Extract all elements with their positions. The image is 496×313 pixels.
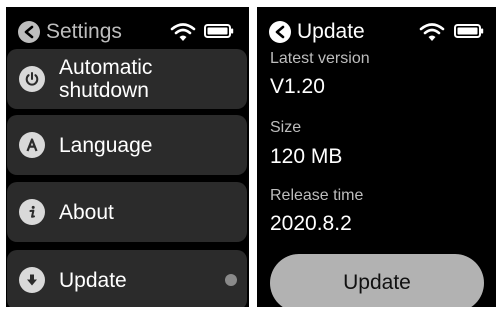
wifi-icon bbox=[170, 23, 196, 41]
chevron-left-icon bbox=[24, 25, 34, 39]
page-title: Settings bbox=[46, 20, 122, 43]
back-button[interactable] bbox=[269, 21, 291, 43]
update-available-dot bbox=[225, 274, 237, 286]
back-button[interactable] bbox=[18, 21, 40, 43]
page-title: Update bbox=[297, 20, 365, 43]
menu-item-label: Language bbox=[59, 133, 153, 157]
latest-version-value: V1.20 bbox=[270, 75, 325, 98]
download-arrow-icon bbox=[19, 267, 45, 293]
size-label: Size bbox=[270, 119, 302, 136]
release-time-label: Release time bbox=[270, 187, 364, 204]
menu-item-label: Update bbox=[59, 268, 127, 292]
latest-version-label: Latest version bbox=[270, 50, 370, 67]
letter-a-icon bbox=[19, 132, 45, 158]
update-button[interactable]: Update bbox=[270, 254, 484, 307]
menu-item-label: About bbox=[59, 200, 114, 224]
info-icon bbox=[19, 199, 45, 225]
header: Update bbox=[269, 19, 365, 45]
chevron-left-icon bbox=[275, 25, 285, 39]
menu-item-language[interactable]: Language bbox=[7, 115, 247, 175]
menu-item-update[interactable]: Update bbox=[7, 250, 247, 307]
settings-screen: Settings Automatic shutdown Language Abo… bbox=[6, 7, 249, 307]
menu-item-automatic-shutdown[interactable]: Automatic shutdown bbox=[7, 49, 247, 109]
status-bar: Settings bbox=[6, 19, 249, 45]
update-screen: Update Latest version V1.20 Size 120 MB … bbox=[257, 7, 496, 307]
size-value: 120 MB bbox=[270, 145, 343, 168]
battery-icon bbox=[454, 24, 484, 38]
power-icon bbox=[19, 66, 45, 92]
header: Settings bbox=[18, 19, 122, 45]
battery-icon bbox=[204, 24, 234, 38]
menu-item-about[interactable]: About bbox=[7, 182, 247, 242]
menu-item-label: Automatic shutdown bbox=[59, 56, 153, 102]
wifi-icon bbox=[419, 23, 445, 41]
status-bar: Update bbox=[257, 19, 496, 45]
release-time-value: 2020.8.2 bbox=[270, 212, 352, 235]
